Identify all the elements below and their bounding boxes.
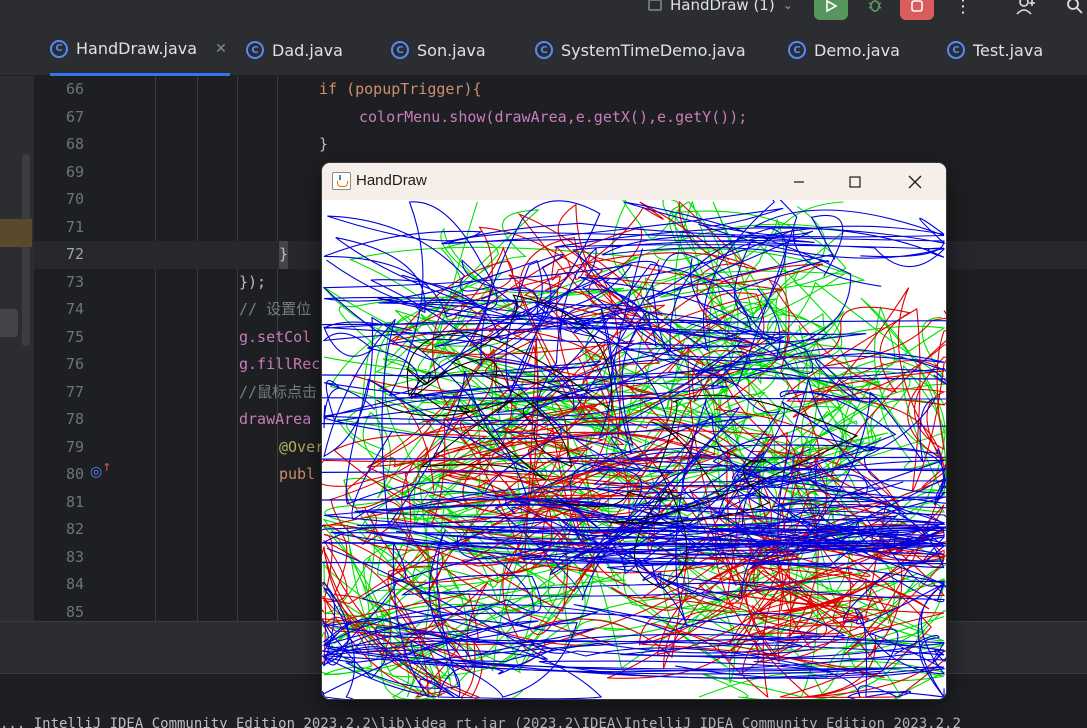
line-number: 78 [65, 410, 84, 428]
more-vertical-icon: ⋮ [954, 0, 972, 17]
tab-label: Son.java [417, 40, 486, 60]
line-number: 66 [65, 80, 84, 98]
java-class-icon: C [50, 39, 68, 58]
debug-button[interactable] [858, 0, 892, 20]
rerun-button[interactable] [814, 0, 848, 20]
java-class-icon: C [788, 41, 806, 59]
editor-tab-bar: C HandDraw.java ✕ C Dad.java C Son.java … [0, 24, 1087, 76]
line-number: 73 [65, 272, 84, 291]
line-number: 80 [65, 465, 84, 483]
window-title-bar[interactable]: HandDraw [322, 163, 946, 200]
code-text: publ [279, 465, 316, 483]
application-icon [648, 0, 662, 11]
maximize-button[interactable] [832, 163, 878, 200]
tab-test-java[interactable]: C Test.java [947, 24, 1043, 76]
run-configuration-label: HandDraw (1) [670, 0, 775, 14]
close-button[interactable] [892, 163, 938, 200]
code-text: if (popupTrigger){ [319, 80, 482, 98]
java-class-icon: C [947, 41, 965, 59]
tool-window-handle[interactable] [0, 309, 18, 337]
code-line: 67 colorMenu.show(drawArea,e.getX(),e.get… [34, 104, 1087, 132]
line-number: 72 [65, 245, 84, 263]
code-with-me-button[interactable] [1010, 0, 1044, 20]
main-toolbar: HandDraw (1) ⌄ ⋮ [0, 0, 1087, 24]
code-text: }); [239, 272, 267, 291]
bug-icon [868, 0, 882, 12]
java-class-icon: C [391, 41, 409, 59]
line-number: 77 [65, 382, 84, 401]
override-gutter-icon[interactable]: ◎↑ [90, 461, 112, 480]
java-class-icon: C [535, 41, 553, 59]
bookmark-highlight [0, 219, 32, 247]
code-text: drawArea [239, 410, 312, 428]
java-app-icon [332, 172, 351, 190]
line-number: 84 [65, 575, 84, 593]
code-line: 66 if (popupTrigger){ [34, 76, 1087, 104]
scribble-stroke [322, 561, 946, 565]
minimize-button[interactable] [776, 163, 822, 200]
line-number: 70 [65, 190, 84, 208]
code-text: @Over [279, 437, 325, 456]
rerun-icon [826, 0, 838, 13]
scribble-drawing [322, 188, 946, 699]
line-number: 76 [65, 355, 84, 373]
chevron-down-icon: ⌄ [782, 0, 793, 12]
line-number: 83 [65, 547, 84, 566]
structure-indicator [22, 154, 30, 346]
tab-label: Test.java [973, 40, 1044, 60]
line-number: 68 [65, 135, 84, 153]
handdraw-window[interactable]: HandDraw [322, 163, 946, 699]
search-icon [1067, 0, 1083, 14]
search-everywhere-button[interactable] [1058, 0, 1087, 20]
java-class-icon: C [246, 41, 264, 59]
stop-button[interactable] [900, 0, 934, 20]
code-text: } [279, 241, 289, 269]
code-text: colorMenu.show(drawArea,e.getX(),e.getY(… [359, 107, 748, 126]
line-number: 69 [65, 162, 84, 181]
tab-label: Dad.java [272, 40, 343, 60]
tab-label: SystemTimeDemo.java [561, 40, 746, 60]
window-title: HandDraw [356, 172, 427, 189]
minimize-icon [794, 180, 804, 183]
tab-handdraw-java[interactable]: C HandDraw.java ✕ [50, 24, 230, 76]
tab-dad-java[interactable]: C Dad.java [246, 24, 343, 76]
line-number: 85 [65, 602, 84, 621]
code-text: g.setCol [239, 327, 312, 346]
run-configuration-selector[interactable]: HandDraw (1) ⌄ [648, 0, 793, 16]
code-text: //鼠标点击 [239, 382, 318, 401]
code-text: g.fillRec [239, 355, 321, 373]
close-tab-icon[interactable]: ✕ [215, 41, 227, 57]
code-line: 68} [34, 131, 1087, 159]
maximize-icon [849, 175, 861, 188]
scribble-stroke [323, 201, 543, 397]
line-number: 81 [65, 492, 84, 511]
line-number: 82 [65, 520, 84, 538]
stop-icon [911, 0, 923, 12]
more-actions-button[interactable]: ⋮ [946, 0, 980, 20]
arrow-up-icon: ↑ [102, 461, 112, 474]
add-user-icon [1016, 0, 1035, 15]
code-text: } [319, 135, 329, 153]
left-tool-strip [0, 76, 34, 621]
console-output: ... IntelliJ IDEA Community Edition 2023… [0, 716, 961, 728]
tab-label: HandDraw.java [76, 39, 198, 58]
tab-demo-java[interactable]: C Demo.java [788, 24, 900, 76]
tab-son-java[interactable]: C Son.java [391, 24, 486, 76]
code-text: // 设置位 [239, 300, 312, 318]
line-number: 71 [65, 217, 84, 236]
close-icon [908, 175, 922, 188]
tab-systemtimedemo-java[interactable]: C SystemTimeDemo.java [535, 24, 746, 76]
tab-label: Demo.java [814, 40, 900, 60]
line-number: 75 [65, 327, 84, 346]
line-number: 67 [65, 107, 84, 126]
line-number: 74 [65, 300, 84, 318]
draw-area[interactable] [322, 188, 946, 699]
line-number: 79 [65, 437, 84, 456]
